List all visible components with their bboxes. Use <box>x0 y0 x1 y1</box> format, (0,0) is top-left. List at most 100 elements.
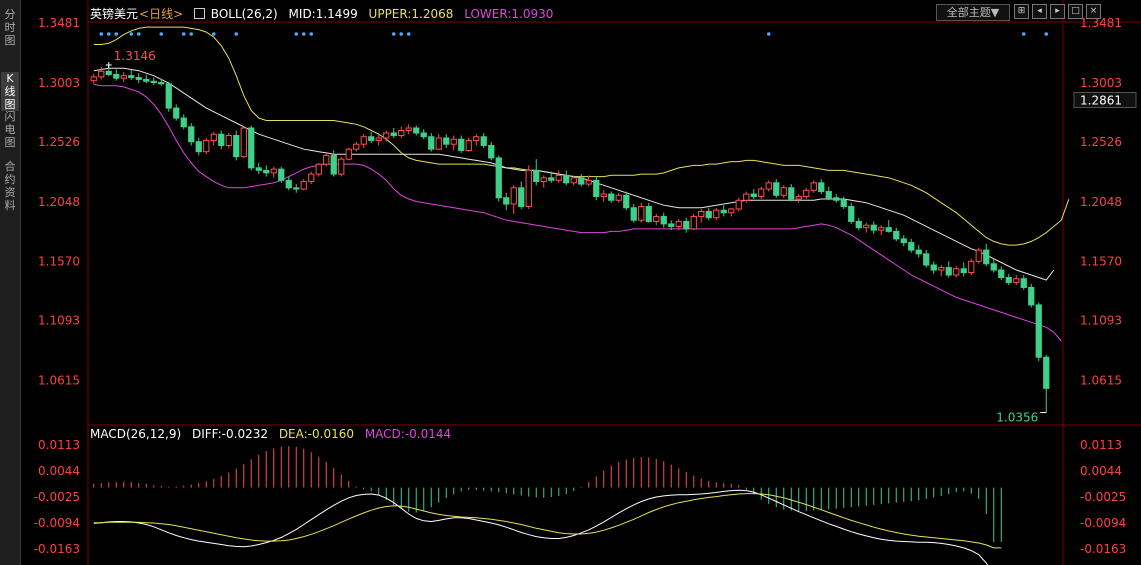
candle-body <box>420 132 427 138</box>
candle-body <box>390 132 397 136</box>
candle-body <box>945 267 952 276</box>
candle-body <box>450 138 457 145</box>
candle-body <box>795 196 802 200</box>
boll-header: 英镑美元<日线> BOLL(26,2) MID:1.1499 UPPER:1.2… <box>90 5 560 22</box>
candle-body <box>105 70 112 75</box>
price-tick-left: 1.1570 <box>38 254 80 268</box>
macd-tick-right: -0.0163 <box>1080 542 1126 556</box>
candle-body <box>548 177 555 181</box>
next-icon[interactable]: ▸ <box>1050 4 1065 19</box>
candle-body <box>923 253 930 266</box>
candle-body <box>908 242 915 251</box>
candle-body <box>563 174 570 184</box>
candle-body <box>990 263 997 271</box>
candle-body <box>315 163 322 175</box>
signal-marker <box>234 32 239 36</box>
candle-body <box>653 215 660 222</box>
candle-body <box>758 188 765 198</box>
boll-lower-line <box>93 83 1062 342</box>
candle-body <box>608 193 615 201</box>
candle-body <box>255 167 262 171</box>
candle-body <box>383 132 390 139</box>
candle-body <box>750 193 757 198</box>
theme-dropdown[interactable]: 全部主题▼ <box>936 4 1010 21</box>
candle-body <box>263 169 270 174</box>
candle-body <box>98 70 105 78</box>
price-tick-left: 1.0615 <box>38 373 80 387</box>
prev-icon[interactable]: ◂ <box>1032 4 1047 19</box>
signal-marker <box>106 32 111 36</box>
candle-body <box>1013 278 1020 283</box>
tab-kline[interactable]: K线图 <box>1 72 19 111</box>
candle-body <box>848 205 855 222</box>
diff-line <box>93 489 989 565</box>
price-tick-left: 1.3003 <box>38 76 80 90</box>
candle-body <box>293 187 300 190</box>
candle-body <box>690 215 697 230</box>
candle-body <box>593 179 600 198</box>
checkbox-icon[interactable] <box>193 8 205 19</box>
candle-body <box>233 134 240 158</box>
price-tick-right: 1.2526 <box>1080 135 1122 149</box>
candle-body <box>728 208 735 214</box>
candle-body <box>495 157 502 199</box>
macd-tick-left: -0.0094 <box>34 516 80 530</box>
lower-value: LOWER:1.0930 <box>464 7 554 21</box>
candle-body <box>510 187 517 205</box>
maximize-icon[interactable]: □ <box>1068 4 1083 19</box>
candle-body <box>465 139 472 151</box>
candle-body <box>353 143 360 150</box>
restore-icon[interactable]: ⊞ <box>1014 4 1029 19</box>
candle-body <box>893 230 900 240</box>
tab-timeshare[interactable]: 分时图 <box>1 8 19 47</box>
signal-marker <box>211 32 216 36</box>
candle-body <box>863 224 870 229</box>
candle-body <box>248 127 255 169</box>
signal-marker <box>294 32 299 36</box>
signal-marker <box>309 32 314 36</box>
candle-body <box>885 227 892 232</box>
high-price-label: 1.3146 <box>114 49 156 63</box>
candle-body <box>960 268 967 274</box>
candle-body <box>825 191 832 199</box>
candle-body <box>225 134 232 146</box>
signal-marker <box>159 32 164 36</box>
candle-body <box>158 82 165 85</box>
candle-body <box>555 174 562 181</box>
candle-body <box>120 75 127 79</box>
candle-body <box>810 182 817 191</box>
tab-contract-info[interactable]: 合约资料 <box>1 160 19 212</box>
candle-body <box>660 215 667 225</box>
candle-body <box>443 137 450 145</box>
current-price-label: 1.2861 <box>1080 93 1122 107</box>
dea-line <box>93 493 1002 549</box>
candle-body <box>300 181 307 190</box>
candle-body <box>270 168 277 174</box>
candle-body <box>1028 286 1035 306</box>
macd-tick-left: -0.0163 <box>34 542 80 556</box>
candle-body <box>113 73 120 79</box>
candle-body <box>180 117 187 128</box>
sidebar: 分时图 K线图 闪电图 合约资料 <box>0 0 21 565</box>
candle-body <box>188 126 195 143</box>
close-icon[interactable]: × <box>1086 4 1101 19</box>
price-tick-right: 1.0615 <box>1080 373 1122 387</box>
candle-body <box>938 267 945 271</box>
candle-body <box>518 187 525 207</box>
candle-body <box>360 136 367 145</box>
signal-marker <box>1021 32 1026 36</box>
candle-body <box>578 177 585 185</box>
chart-svg[interactable]: 1.3481 1.34811.3003 1.30031.2526 1.25261.20… <box>20 0 1141 565</box>
candle-body <box>900 238 907 244</box>
candle-body <box>930 264 937 271</box>
upper-value: UPPER:1.2068 <box>368 7 454 21</box>
macd-tick-right: -0.0025 <box>1080 490 1126 504</box>
tab-flash[interactable]: 闪电图 <box>1 110 19 149</box>
candle-body <box>1005 276 1012 283</box>
macd-tick-left: -0.0025 <box>34 490 80 504</box>
candle-body <box>533 169 540 183</box>
candle-body <box>698 210 705 217</box>
period-label[interactable]: <日线> <box>139 7 183 21</box>
macd-header: MACD(26,12,9) DIFF:-0.0232 DEA:-0.0160 M… <box>90 427 458 441</box>
price-tick-left: 1.2048 <box>38 195 80 209</box>
